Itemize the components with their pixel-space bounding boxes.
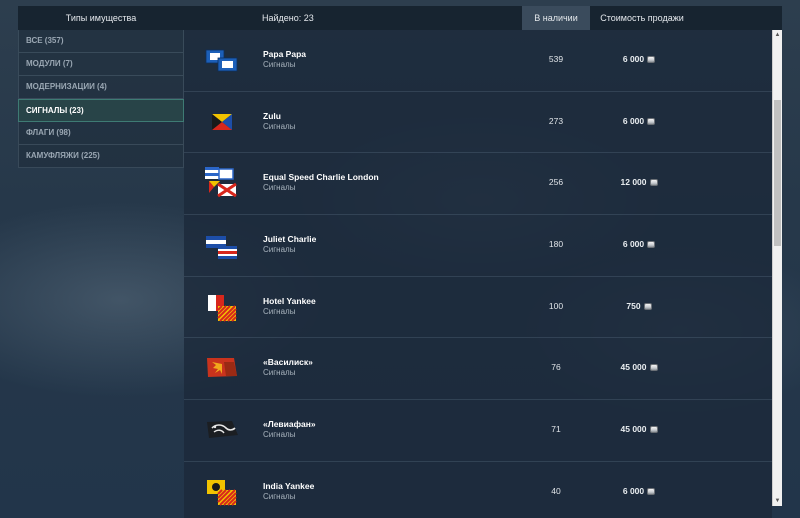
category-modules[interactable]: МОДУЛИ (7) xyxy=(18,53,184,76)
item-type: Сигналы xyxy=(263,491,296,501)
item-name: Juliet Charlie xyxy=(263,234,317,245)
item-stock: 539 xyxy=(548,54,564,64)
hotel-yankee-flags-icon xyxy=(204,291,240,323)
item-stock: 40 xyxy=(551,485,561,496)
sort-by-price[interactable]: Стоимость продажи xyxy=(594,6,690,30)
types-header: Типы имущества xyxy=(65,13,137,23)
item-name: Papa Papa xyxy=(263,49,306,59)
credits-icon xyxy=(647,56,656,63)
category-upgrades[interactable]: МОДЕРНИЗАЦИИ (4) xyxy=(18,76,184,99)
found-count: Найдено: 23 xyxy=(262,13,314,23)
price-value: 12 000 xyxy=(620,177,647,188)
price-value: 6 000 xyxy=(622,115,645,126)
credits-icon xyxy=(647,241,656,249)
item-name: Zulu xyxy=(263,110,281,121)
category-camouflages[interactable]: КАМУФЛЯЖИ (225) xyxy=(18,145,184,168)
list-item[interactable]: Papa Papa Сигналы 539 6 000 xyxy=(184,30,772,92)
item-price: 45 000 xyxy=(584,424,694,434)
list-item[interactable]: India Yankee Сигналы 40 6 000 xyxy=(184,462,772,518)
item-list: Papa Papa Сигналы 539 6 000 Zulu Сигналы… xyxy=(184,30,772,518)
item-name: «Левиафан» xyxy=(263,419,316,430)
item-name: Equal Speed Charlie London xyxy=(263,172,379,183)
item-price: 12 000 xyxy=(584,177,694,187)
item-stock: 76 xyxy=(551,362,561,373)
price-value: 6 000 xyxy=(622,485,645,496)
item-name: «Василиск» xyxy=(263,357,313,368)
scroll-down-arrow-icon[interactable]: ▼ xyxy=(773,496,782,506)
credits-icon xyxy=(647,117,656,125)
item-type: Сигналы xyxy=(263,60,296,69)
scrollbar-thumb[interactable] xyxy=(774,100,781,246)
sort-by-stock[interactable]: В наличии xyxy=(522,6,590,30)
list-item[interactable]: Juliet Charlie Сигналы 180 6 000 xyxy=(184,215,772,277)
juliet-charlie-flags-icon xyxy=(204,229,240,261)
item-type: Сигналы xyxy=(263,430,296,440)
item-type: Сигналы xyxy=(263,368,296,378)
list-item[interactable]: Equal Speed Charlie London Сигналы 256 1… xyxy=(184,153,772,216)
papa-papa-flags-icon xyxy=(204,44,240,76)
item-stock: 273 xyxy=(548,115,564,126)
category-flags[interactable]: ФЛАГИ (98) xyxy=(18,122,184,145)
item-price: 45 000 xyxy=(584,362,694,372)
item-price: 750 xyxy=(584,301,694,311)
item-type: Сигналы xyxy=(263,183,296,193)
zulu-flag-icon xyxy=(204,106,240,138)
list-item[interactable]: «Левиафан» Сигналы 71 45 000 xyxy=(184,400,772,462)
credits-icon xyxy=(649,364,658,372)
basilisk-flag-icon xyxy=(204,352,240,384)
category-signals[interactable]: СИГНАЛЫ (23) xyxy=(18,99,184,122)
item-name: India Yankee xyxy=(263,480,315,491)
item-price: 6 000 xyxy=(584,116,694,126)
item-stock: 180 xyxy=(548,239,564,250)
equal-speed-charlie-london-flags-icon xyxy=(204,167,240,199)
category-all[interactable]: ВСЕ (357) xyxy=(18,30,184,53)
leviathan-flag-icon xyxy=(204,414,240,446)
scroll-up-arrow-icon[interactable]: ▲ xyxy=(773,30,782,40)
price-value: 45 000 xyxy=(620,362,647,373)
credits-icon xyxy=(649,179,658,187)
item-type: Сигналы xyxy=(263,306,296,316)
india-yankee-flags-icon xyxy=(204,476,240,508)
list-item[interactable]: «Василиск» Сигналы 76 45 000 xyxy=(184,338,772,401)
credits-icon xyxy=(647,487,656,495)
list-scrollbar[interactable]: ▲ ▼ xyxy=(772,30,782,506)
credits-icon xyxy=(643,302,652,310)
item-type: Сигналы xyxy=(263,121,296,131)
item-price: 6 000 xyxy=(584,239,694,249)
list-item[interactable]: Zulu Сигналы 273 6 000 xyxy=(184,92,772,154)
item-stock: 71 xyxy=(551,424,561,435)
item-name: Hotel Yankee xyxy=(263,295,316,306)
price-value: 6 000 xyxy=(622,54,645,64)
item-price: 6 000 xyxy=(584,486,694,496)
item-stock: 100 xyxy=(548,300,564,311)
price-value: 45 000 xyxy=(620,424,647,435)
item-type: Сигналы xyxy=(263,245,296,255)
price-value: 6 000 xyxy=(622,239,645,250)
item-stock: 256 xyxy=(548,177,564,188)
price-value: 750 xyxy=(626,300,641,311)
table-header: Типы имущества Найдено: 23 В наличии Сто… xyxy=(18,6,782,30)
credits-icon xyxy=(649,426,658,434)
category-sidebar: ВСЕ (357) МОДУЛИ (7) МОДЕРНИЗАЦИИ (4) СИ… xyxy=(18,30,184,168)
item-price: 6 000 xyxy=(584,54,694,64)
list-item[interactable]: Hotel Yankee Сигналы 100 750 xyxy=(184,277,772,339)
